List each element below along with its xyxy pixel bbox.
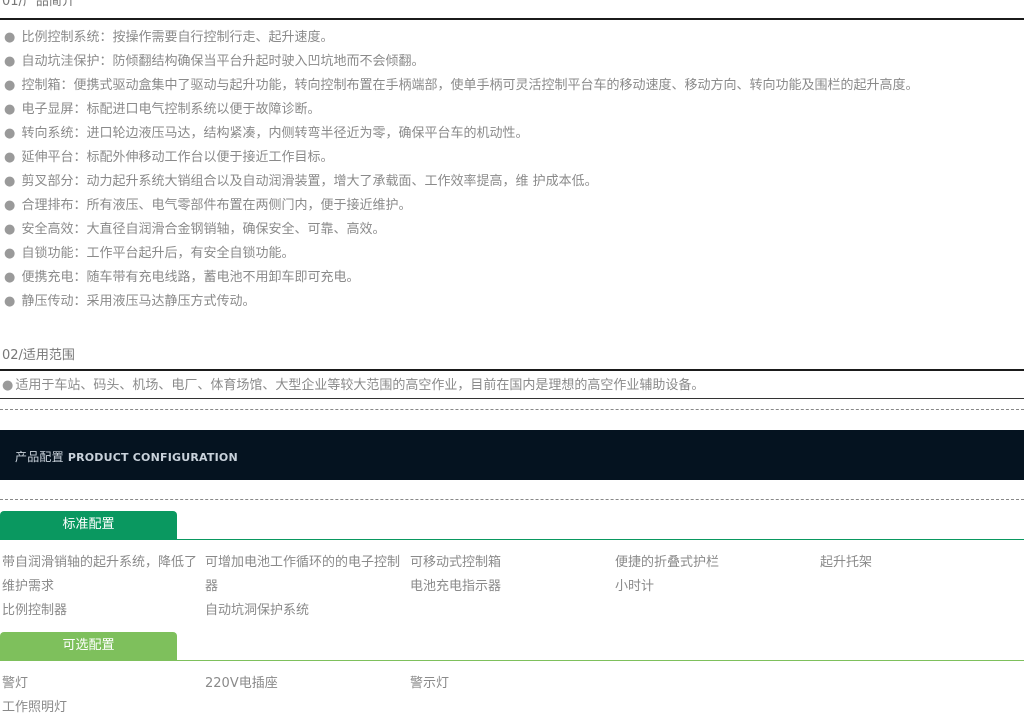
config-banner-title: 产品配置 PRODUCT CONFIGURATION [15,450,238,464]
config-item: 警示灯 [410,676,450,691]
divider-dashed [0,499,1024,500]
config-item: 警灯 [2,676,29,691]
config-item: 便捷的折叠式护栏 [615,555,720,570]
config-item: 带自润滑销轴的起升系统，降低了维护需求 [2,555,198,594]
scope-rule-bottom [0,398,1024,399]
config-item: 自动坑洞保护系统 [205,603,310,618]
list-item: ● 静压传动：采用液压马达静压方式传动。 [4,294,256,309]
list-item: ● 自锁功能：工作平台起升后，有安全自锁功能。 [4,246,295,261]
config-item: 起升托架 [820,555,873,570]
list-item: ● 延伸平台：标配外伸移动工作台以便于接近工作目标。 [4,150,334,165]
bullet-dot-icon: ● [4,150,16,165]
intro-title: 01/产品简介 [2,0,75,9]
list-item: ● 电子显屏：标配进口电气控制系统以便于故障诊断。 [4,102,321,117]
bullet-dot-icon: ● [4,30,16,45]
config-item: 电池充电指示器 [410,579,502,594]
list-item: ● 控制箱：便携式驱动盒集中了驱动与起升功能，转向控制布置在手柄端部，使单手柄可… [4,78,919,93]
config-item: 工作照明灯 [2,700,68,715]
bullet-dot-icon: ● [4,126,16,141]
bullet-dot-icon: ● [4,222,16,237]
list-item: ● 自动坑洼保护：防倾翻结构确保当平台升起时驶入凹坑地而不会倾翻。 [4,54,425,69]
list-item: ● 合理排布：所有液压、电气零部件布置在两侧门内，便于接近维护。 [4,198,412,213]
bullet-dot-icon: ● [4,270,16,285]
intro-rule [0,18,1024,20]
bullet-dot-icon: ● [4,294,16,309]
standard-tab-underline [0,539,1024,540]
bullet-dot-icon: ● [4,54,16,69]
bullet-dot-icon: ● [4,78,16,93]
intro-list: ● 比例控制系统：按操作需要自行控制行走、起升速度。 ● 自动坑洼保护：防倾翻结… [4,26,944,314]
list-item: ● 剪叉部分：动力起升系统大销组合以及自动润滑装置，增大了承载面、工作效率提高，… [4,174,598,189]
tab-optional-config[interactable]: 可选配置 [0,632,177,660]
config-item: 小时计 [615,579,655,594]
optional-tab-underline [0,660,1024,661]
config-item: 可增加电池工作循环的的电子控制器 [205,555,401,594]
bullet-dot-icon: ● [4,246,16,261]
config-item: 可移动式控制箱 [410,555,502,570]
scope-rule [0,369,1024,371]
divider-dashed [0,409,1024,410]
scope-title: 02/适用范围 [2,348,75,363]
bullet-dot-icon: ● [4,198,16,213]
scope-text: ● 适用于车站、码头、机场、电厂、体育场馆、大型企业等较大范围的高空作业，目前在国… [2,378,705,393]
config-item: 比例控制器 [2,603,68,618]
config-banner: 产品配置 PRODUCT CONFIGURATION [0,430,1024,480]
config-item: 220V电插座 [205,676,278,691]
bullet-dot-icon: ● [2,378,14,393]
bullet-dot-icon: ● [4,102,16,117]
bullet-dot-icon: ● [4,174,16,189]
list-item: ● 便携充电：随车带有充电线路，蓄电池不用卸车即可充电。 [4,270,360,285]
list-item: ● 比例控制系统：按操作需要自行控制行走、起升速度。 [4,30,334,45]
list-item: ● 安全高效：大直径自润滑合金钢销轴，确保安全、可靠、高效。 [4,222,386,237]
tab-standard-config[interactable]: 标准配置 [0,511,177,539]
list-item: ● 转向系统：进口轮边液压马达，结构紧凑，内侧转弯半径近为零，确保平台车的机动性… [4,126,529,141]
